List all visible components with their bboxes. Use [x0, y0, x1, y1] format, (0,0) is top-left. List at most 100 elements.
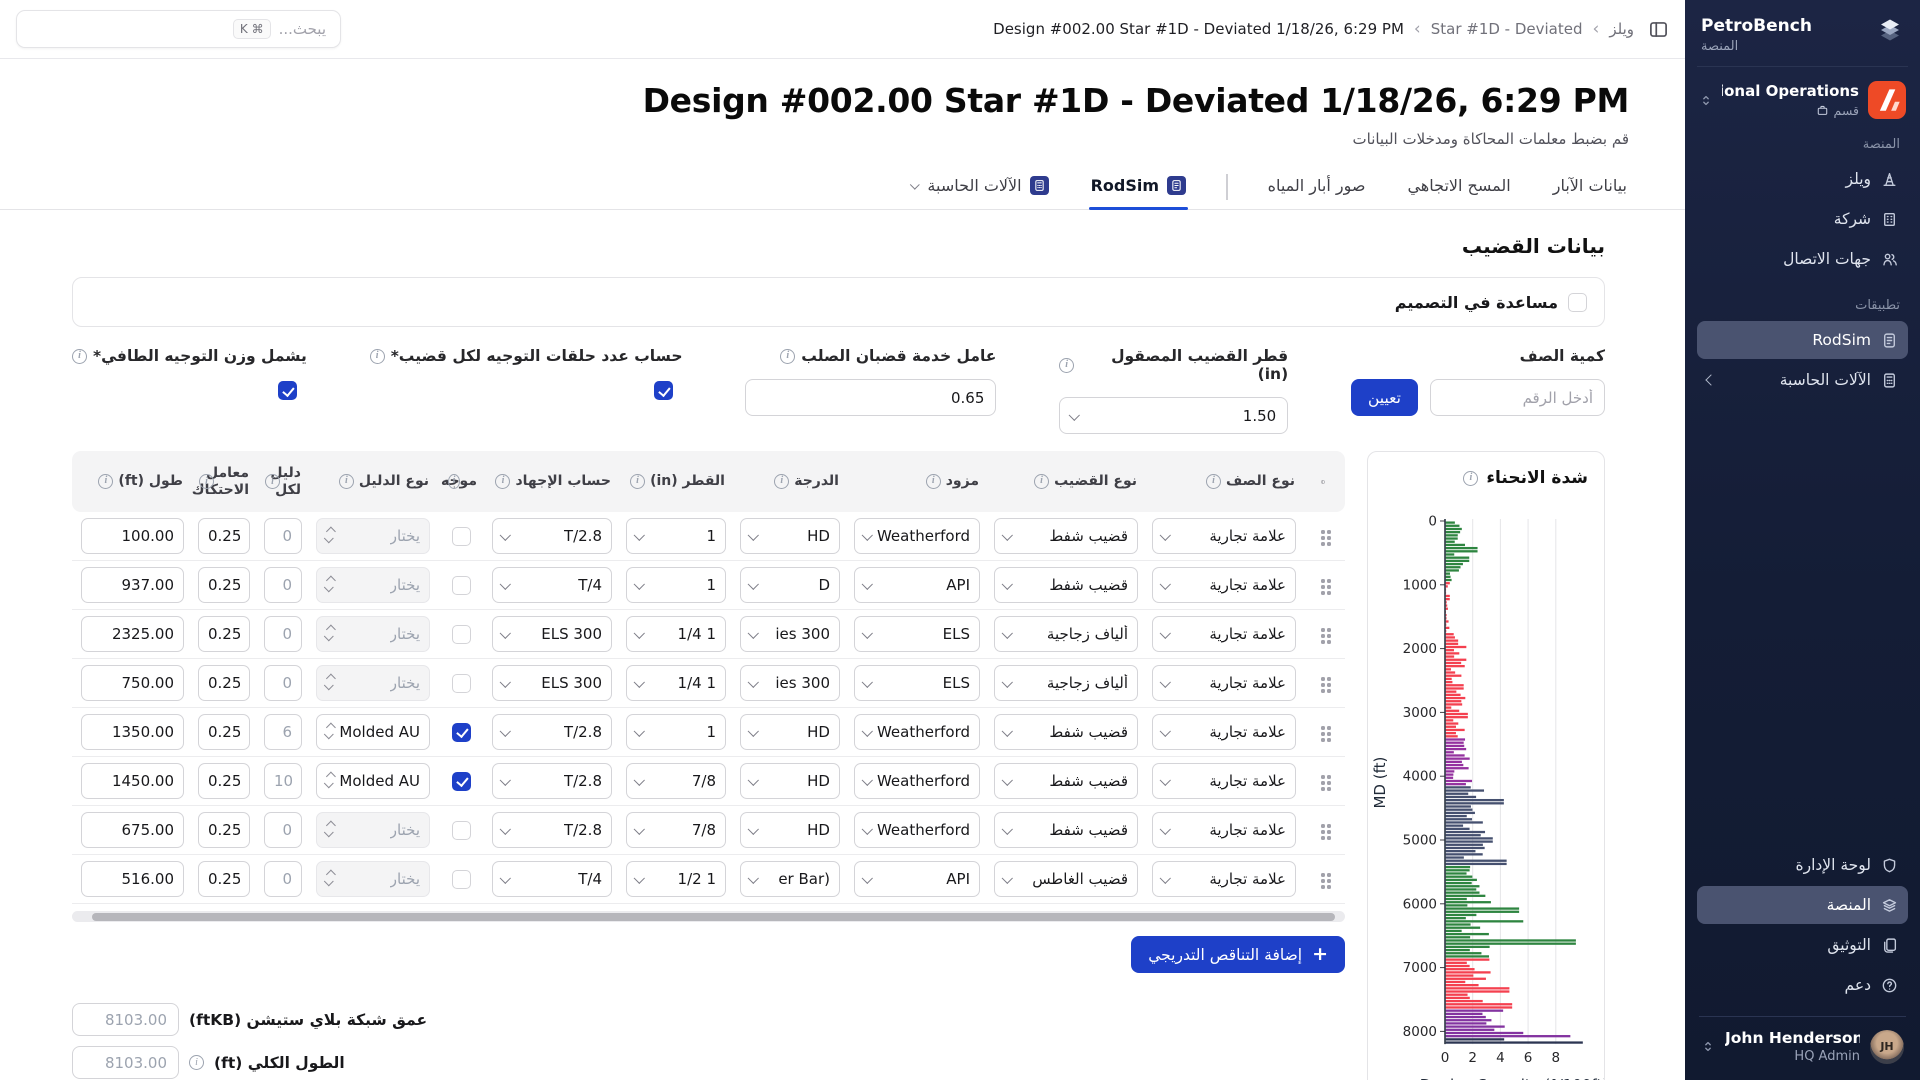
stress-calc-select[interactable]: T/2.8	[492, 763, 612, 799]
rod-type-select[interactable]: ألياف زجاجية	[994, 665, 1138, 701]
sidebar-item-ويلز[interactable]: ويلز	[1697, 160, 1908, 198]
length-input[interactable]	[81, 616, 184, 652]
org-switcher[interactable]: International Operations قسم	[1697, 81, 1908, 119]
vendor-select[interactable]: ELS	[854, 665, 980, 701]
info-icon[interactable]: i	[370, 349, 385, 364]
grade-select[interactable]: HD	[740, 518, 840, 554]
length-input[interactable]	[81, 714, 184, 750]
info-icon[interactable]: i	[1034, 474, 1049, 489]
diameter-select[interactable]: 7/8	[626, 812, 726, 848]
guided-checkbox[interactable]	[452, 674, 471, 693]
diameter-select[interactable]: 1	[626, 518, 726, 554]
guided-checkbox[interactable]	[452, 870, 471, 889]
info-icon[interactable]: i	[189, 1055, 204, 1070]
sidebar-item-جهات-الاتصال[interactable]: جهات الاتصال	[1697, 240, 1908, 278]
friction-input[interactable]	[198, 763, 250, 799]
info-icon[interactable]: i	[339, 474, 354, 489]
rod-type-select[interactable]: قضيب شفط	[994, 763, 1138, 799]
sidebar-app-RodSim[interactable]: RodSim	[1697, 321, 1908, 359]
guide-type-select[interactable]: يختار	[316, 665, 430, 701]
rod-type-select[interactable]: قضيب الغاطس	[994, 861, 1138, 897]
friction-input[interactable]	[198, 714, 250, 750]
row-quantity-input[interactable]	[1430, 379, 1605, 416]
guide-type-select[interactable]: يختار	[316, 518, 430, 554]
scrollbar-thumb[interactable]	[92, 913, 1335, 921]
guides-per-input[interactable]	[264, 861, 302, 897]
info-icon[interactable]: i	[199, 474, 214, 489]
bottom-field-input[interactable]	[72, 1046, 179, 1079]
horizontal-scrollbar[interactable]	[72, 911, 1345, 922]
guides-per-input[interactable]	[264, 616, 302, 652]
info-icon[interactable]: i	[72, 349, 87, 364]
diameter-select[interactable]: 1	[626, 567, 726, 603]
guides-per-input[interactable]	[264, 812, 302, 848]
rod-type-select[interactable]: قضيب شفط	[994, 518, 1138, 554]
rod-type-select[interactable]: قضيب شفط	[994, 812, 1138, 848]
grade-select[interactable]: HD	[740, 812, 840, 848]
row-type-select[interactable]: علامة تجارية	[1152, 714, 1296, 750]
diameter-select[interactable]: 1/4 1	[626, 616, 726, 652]
length-input[interactable]	[81, 861, 184, 897]
vendor-select[interactable]: Weatherford	[854, 812, 980, 848]
rod-type-select[interactable]: قضيب شفط	[994, 567, 1138, 603]
row-type-select[interactable]: علامة تجارية	[1152, 616, 1296, 652]
guide-type-select[interactable]: Molded AU	[316, 763, 430, 799]
stress-calc-select[interactable]: T/2.8	[492, 518, 612, 554]
sidebar-toggle-icon[interactable]	[1648, 19, 1669, 40]
vendor-select[interactable]: API	[854, 861, 980, 897]
breadcrumb-item[interactable]: Star #1D - Deviated	[1431, 20, 1583, 38]
vendor-select[interactable]: ELS	[854, 616, 980, 652]
grade-select[interactable]: HD	[740, 714, 840, 750]
guide-type-select[interactable]: يختار	[316, 861, 430, 897]
vendor-select[interactable]: Weatherford	[854, 714, 980, 750]
info-icon[interactable]: i	[495, 474, 510, 489]
stress-calc-select[interactable]: T/4	[492, 861, 612, 897]
guides-per-input[interactable]	[264, 518, 302, 554]
grade-select[interactable]: D	[740, 567, 840, 603]
sidebar-footer-item-دعم[interactable]: دعم	[1697, 966, 1908, 1004]
grade-select[interactable]: er Bar)	[740, 861, 840, 897]
diameter-select[interactable]: 7/8	[626, 763, 726, 799]
info-icon[interactable]: i	[1059, 358, 1074, 373]
guided-checkbox[interactable]	[452, 821, 471, 840]
search-input[interactable]: يبحث... ⌘ K	[16, 10, 341, 48]
length-input[interactable]	[81, 518, 184, 554]
float-weight-checkbox[interactable]	[278, 381, 297, 400]
guides-per-input[interactable]	[264, 567, 302, 603]
tab-الآلات-الحاسبة[interactable]: الآلات الحاسبة	[910, 164, 1050, 209]
diameter-select[interactable]: 1/2 1	[626, 861, 726, 897]
tab-بيانات-الآبار[interactable]: بيانات الآبار	[1551, 164, 1629, 209]
diameter-select[interactable]: 1	[626, 714, 726, 750]
stress-calc-select[interactable]: T/4	[492, 567, 612, 603]
vendor-select[interactable]: Weatherford	[854, 763, 980, 799]
stress-calc-select[interactable]: T/2.8	[492, 812, 612, 848]
sidebar-footer-item-لوحة-الإدارة[interactable]: لوحة الإدارة	[1697, 846, 1908, 884]
friction-input[interactable]	[198, 812, 250, 848]
diameter-select[interactable]: 1/4 1	[626, 665, 726, 701]
sidebar-app-الآلات-الحاسبة[interactable]: الآلات الحاسبة	[1697, 361, 1908, 399]
guided-checkbox[interactable]	[452, 772, 471, 791]
guided-checkbox[interactable]	[452, 527, 471, 546]
info-icon[interactable]: i	[926, 474, 941, 489]
grade-select[interactable]: ies 300	[740, 616, 840, 652]
guide-type-select[interactable]: يختار	[316, 812, 430, 848]
vendor-select[interactable]: API	[854, 567, 980, 603]
friction-input[interactable]	[198, 861, 250, 897]
length-input[interactable]	[81, 567, 184, 603]
service-factor-input[interactable]	[745, 379, 996, 416]
friction-input[interactable]	[198, 665, 250, 701]
guides-per-input[interactable]	[264, 665, 302, 701]
friction-input[interactable]	[198, 518, 250, 554]
tab-المسح-الاتجاهي[interactable]: المسح الاتجاهي	[1405, 164, 1512, 209]
guided-checkbox[interactable]	[452, 625, 471, 644]
guided-checkbox[interactable]	[452, 576, 471, 595]
row-type-select[interactable]: علامة تجارية	[1152, 763, 1296, 799]
guides-per-input[interactable]	[264, 763, 302, 799]
breadcrumb-item[interactable]: ويلز	[1609, 20, 1634, 38]
vendor-select[interactable]: Weatherford	[854, 518, 980, 554]
breadcrumb-item[interactable]: Design #002.00 Star #1D - Deviated 1/18/…	[993, 20, 1404, 38]
row-type-select[interactable]: علامة تجارية	[1152, 812, 1296, 848]
info-icon[interactable]: i	[774, 474, 789, 489]
row-type-select[interactable]: علامة تجارية	[1152, 567, 1296, 603]
sidebar-footer-item-المنصة[interactable]: المنصة	[1697, 886, 1908, 924]
